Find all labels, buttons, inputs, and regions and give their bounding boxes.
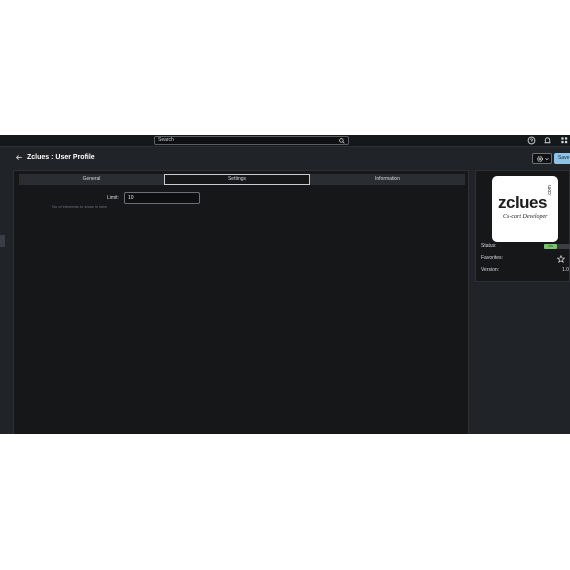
- limit-help-text: No of elements to show in tabs: [52, 204, 107, 209]
- limit-input[interactable]: 10: [124, 192, 200, 204]
- app-window: Search Zclues : User Profile Save Genera…: [0, 135, 570, 434]
- page-header: Zclues : User Profile Save: [0, 147, 570, 167]
- tab-general[interactable]: General: [19, 174, 164, 185]
- tab-bar: General Settings Information: [19, 174, 465, 185]
- search-input[interactable]: Search: [154, 136, 349, 145]
- app-logo: zclues .com Cs-cart Developer: [492, 176, 558, 242]
- status-toggle-track[interactable]: [557, 244, 570, 249]
- arrow-left-icon[interactable]: [15, 154, 23, 161]
- logo-name: zclues: [498, 193, 547, 212]
- bell-icon[interactable]: [543, 136, 552, 145]
- status-label: Status:: [481, 243, 497, 249]
- save-button[interactable]: Save: [554, 153, 570, 164]
- top-bar: Search: [0, 135, 570, 147]
- settings-dropdown-button[interactable]: [532, 153, 552, 164]
- page-title: Zclues : User Profile: [27, 154, 95, 161]
- version-label: Version:: [481, 267, 500, 273]
- grid-icon[interactable]: [560, 136, 569, 145]
- tab-settings[interactable]: Settings: [164, 174, 310, 185]
- limit-label: Limit:: [107, 195, 119, 201]
- sidebar-toggle-handle[interactable]: [0, 235, 5, 247]
- app-info-panel: zclues .com Cs-cart Developer Status: ON…: [475, 170, 570, 282]
- settings-panel: General Settings Information Limit: 10 N…: [13, 170, 469, 434]
- search-icon[interactable]: [339, 138, 345, 144]
- chevron-down-icon: [545, 157, 549, 161]
- version-value: 1.0: [562, 267, 569, 273]
- logo-tagline: Cs-cart Developer: [503, 214, 548, 220]
- gear-icon: [537, 156, 543, 162]
- favorites-label: Favorites:: [481, 255, 503, 261]
- star-icon[interactable]: [557, 255, 565, 263]
- status-toggle[interactable]: ON: [544, 244, 557, 249]
- search-placeholder: Search: [158, 137, 174, 143]
- logo-domain: .com: [547, 185, 553, 196]
- tab-information[interactable]: Information: [310, 174, 465, 185]
- help-icon[interactable]: [527, 136, 536, 145]
